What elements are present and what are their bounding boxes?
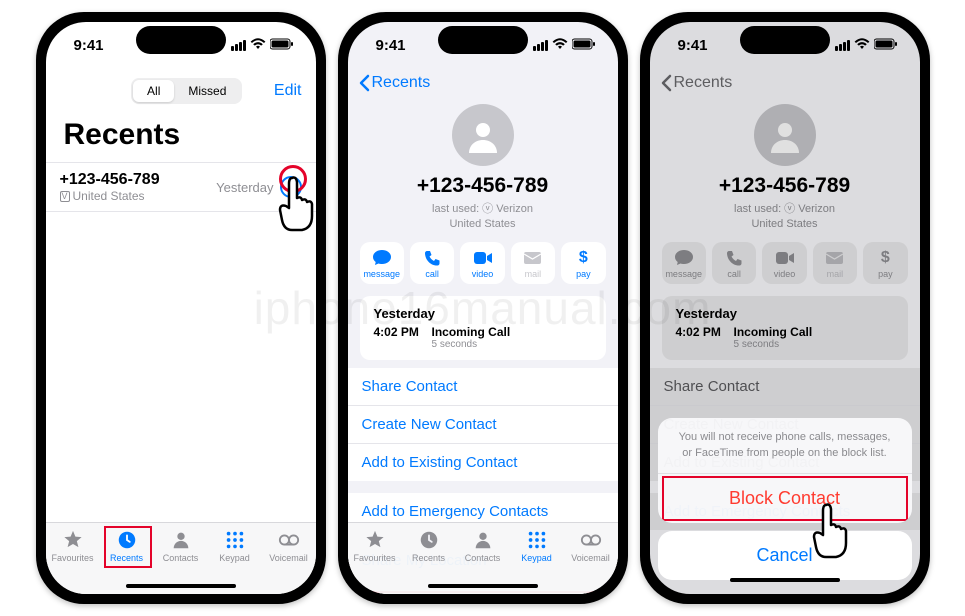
battery-icon [874, 37, 898, 54]
contact-meta-carrier: last used: ⓥ Verizon [348, 200, 618, 216]
contact-meta-country: United States [650, 218, 920, 230]
edit-button[interactable]: Edit [274, 82, 302, 100]
page-title: Recents [46, 114, 316, 162]
recents-filter-segment[interactable]: All Missed [131, 78, 242, 104]
tab-voicemail[interactable]: Voicemail [565, 529, 617, 563]
tab-recents[interactable]: Recents [403, 529, 455, 563]
wifi-icon [552, 37, 568, 54]
tab-bar: Favourites Recents Contacts Keypad Voice… [348, 522, 618, 594]
dynamic-island [438, 26, 528, 54]
phone-frame-1: 9:41 All Missed Edit Recents +123-456-78… [36, 12, 326, 604]
segment-missed[interactable]: Missed [174, 80, 240, 102]
status-time: 9:41 [376, 37, 406, 54]
tab-keypad[interactable]: Keypad [209, 529, 261, 563]
status-time: 9:41 [74, 37, 104, 54]
call-number: +123-456-789 [60, 171, 217, 189]
video-button: video [762, 242, 806, 284]
mail-icon [815, 249, 855, 267]
segment-all[interactable]: All [133, 80, 174, 102]
call-button[interactable]: call [410, 242, 454, 284]
tab-contacts[interactable]: Contacts [457, 529, 509, 563]
call-log-cell: Yesterday 4:02 PMIncoming Call 5 seconds [360, 296, 606, 360]
pay-icon: $ [563, 249, 603, 267]
call-time: Yesterday [216, 180, 273, 195]
share-contact-button: Share Contact [650, 368, 920, 406]
pay-button[interactable]: $pay [561, 242, 605, 284]
battery-icon [270, 37, 294, 54]
cellular-icon [231, 40, 246, 51]
tab-recents[interactable]: Recents [101, 529, 153, 563]
contact-avatar [452, 104, 514, 166]
call-log-cell: Yesterday 4:02 PMIncoming Call 5 seconds [662, 296, 908, 360]
battery-icon [572, 37, 596, 54]
pay-icon: $ [865, 249, 905, 267]
message-icon [664, 249, 704, 267]
dynamic-island [740, 26, 830, 54]
recent-call-row[interactable]: +123-456-789 VUnited States Yesterday i [46, 162, 316, 212]
home-indicator[interactable] [730, 578, 840, 582]
message-button[interactable]: message [360, 242, 404, 284]
tab-contacts[interactable]: Contacts [155, 529, 207, 563]
home-indicator[interactable] [428, 584, 538, 588]
video-icon [764, 249, 804, 267]
call-location: United States [73, 189, 145, 203]
contact-meta-country: United States [348, 218, 618, 230]
cellular-icon [533, 40, 548, 51]
sheet-message: You will not receive phone calls, messag… [658, 418, 912, 474]
tab-favourites[interactable]: Favourites [47, 529, 99, 563]
tab-keypad[interactable]: Keypad [511, 529, 563, 563]
info-button[interactable]: i [280, 176, 302, 198]
phone-frame-3: 9:41 Recents +123-456-789 last used: ⓥ V… [640, 12, 930, 604]
block-contact-button[interactable]: Block Contact [658, 474, 912, 523]
phone-icon [714, 249, 754, 267]
back-button[interactable]: Recents [358, 74, 431, 92]
tab-favourites[interactable]: Favourites [349, 529, 401, 563]
mail-icon [513, 249, 553, 267]
dynamic-island [136, 26, 226, 54]
wifi-icon [854, 37, 870, 54]
tab-bar: Favourites Recents Contacts Keypad Voice… [46, 522, 316, 594]
message-icon [362, 249, 402, 267]
contact-meta-carrier: last used: ⓥ Verizon [650, 200, 920, 216]
contact-name: +123-456-789 [348, 174, 618, 198]
add-existing-contact-button[interactable]: Add to Existing Contact [348, 444, 618, 481]
share-contact-button[interactable]: Share Contact [348, 368, 618, 406]
pay-button: $pay [863, 242, 907, 284]
contact-avatar [754, 104, 816, 166]
call-button: call [712, 242, 756, 284]
cancel-button[interactable]: Cancel [658, 531, 912, 580]
back-button[interactable]: Recents [660, 74, 733, 92]
cellular-icon [835, 40, 850, 51]
home-indicator[interactable] [126, 584, 236, 588]
phone-frame-2: 9:41 Recents +123-456-789 last used: ⓥ V… [338, 12, 628, 604]
video-button[interactable]: video [460, 242, 504, 284]
action-sheet: You will not receive phone calls, messag… [658, 418, 912, 523]
phone-icon [412, 249, 452, 267]
contact-name: +123-456-789 [650, 174, 920, 198]
tab-voicemail[interactable]: Voicemail [263, 529, 315, 563]
video-icon [462, 249, 502, 267]
mail-button: mail [511, 242, 555, 284]
mail-button: mail [813, 242, 857, 284]
create-contact-button[interactable]: Create New Contact [348, 406, 618, 444]
message-button: message [662, 242, 706, 284]
wifi-icon [250, 37, 266, 54]
status-time: 9:41 [678, 37, 708, 54]
